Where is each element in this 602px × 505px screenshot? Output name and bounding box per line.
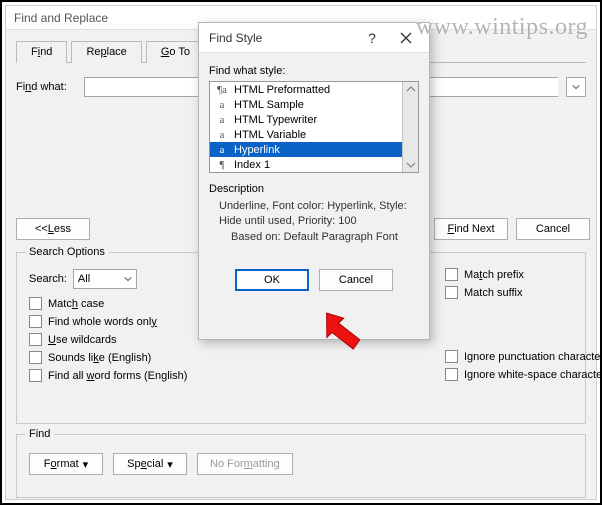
find-what-label: Find what:	[16, 81, 76, 93]
search-options-label: Search Options	[25, 246, 109, 258]
description-label: Description	[209, 183, 419, 195]
search-direction-label: Search:	[29, 273, 67, 285]
close-button[interactable]	[389, 25, 423, 51]
style-item-label: HTML Variable	[234, 129, 306, 141]
style-item[interactable]: a HTML Variable	[210, 127, 402, 142]
find-format-group: Find Format ▾ Special ▾ No Formatting	[16, 434, 586, 498]
close-icon	[400, 32, 412, 44]
tab-replace-post: lace	[107, 46, 127, 58]
ok-button[interactable]: OK	[235, 269, 309, 291]
special-button[interactable]: Special ▾	[113, 453, 187, 475]
style-glyph-icon: a	[216, 114, 228, 126]
style-item[interactable]: a HTML Sample	[210, 97, 402, 112]
style-glyph-icon: a	[216, 144, 228, 156]
scroll-down-icon	[404, 160, 418, 170]
style-item[interactable]: ¶ Index 1	[210, 157, 402, 172]
caret-down-icon: ▾	[167, 458, 173, 471]
tab-find-text-post: nd	[40, 46, 52, 58]
style-item-label: Hyperlink	[234, 144, 280, 156]
tab-find[interactable]: Find	[16, 41, 67, 63]
style-listbox[interactable]: ¶aHTML PreformattedaHTML SampleaHTML Typ…	[209, 81, 419, 173]
dialog-title: Find Style	[209, 31, 262, 45]
checkbox-icon	[29, 369, 42, 382]
checkbox-icon	[445, 368, 458, 381]
find-format-label: Find	[25, 428, 54, 440]
style-glyph-icon: a	[216, 129, 228, 141]
caret-down-icon: ▾	[83, 458, 89, 471]
checkbox-icon	[445, 268, 458, 281]
search-direction-select[interactable]: All	[73, 269, 137, 289]
style-item[interactable]: a HTML Typewriter	[210, 112, 402, 127]
help-button[interactable]: ?	[355, 25, 389, 51]
style-item-label: Index 1	[234, 159, 270, 171]
style-glyph-icon: ¶	[216, 159, 228, 171]
checkbox-icon	[29, 351, 42, 364]
find-style-dialog: Find Style ? Find what style: ¶aHTML Pre…	[198, 22, 430, 340]
checkbox-icon	[445, 350, 458, 363]
checkbox-suffix[interactable]: Match suffix	[445, 286, 602, 299]
find-what-dropdown[interactable]	[566, 77, 586, 97]
checkbox-ignore-ws[interactable]: Ignore white-space characters	[445, 368, 602, 381]
style-item-label: HTML Preformatted	[234, 84, 330, 96]
no-formatting-button: No Formatting	[197, 453, 293, 475]
tab-goto[interactable]: Go To	[146, 41, 205, 63]
tab-replace[interactable]: Replace	[71, 41, 141, 63]
style-glyph-icon: a	[216, 99, 228, 111]
style-item[interactable]: ¶a HTML Preformatted	[210, 82, 402, 97]
style-item[interactable]: a Hyperlink	[210, 142, 402, 157]
chevron-down-icon	[124, 275, 132, 283]
scrollbar[interactable]	[402, 82, 418, 172]
chevron-down-icon	[572, 83, 580, 91]
dialog-titlebar[interactable]: Find Style ?	[199, 23, 429, 53]
search-direction-value: All	[78, 273, 90, 285]
tab-replace-pre: Re	[86, 46, 100, 58]
checkbox-icon	[29, 297, 42, 310]
checkbox-ignore-punct[interactable]: Ignore punctuation characters	[445, 350, 602, 363]
tab-find-text-pre: F	[31, 46, 38, 58]
cancel-button[interactable]: Cancel	[516, 218, 590, 240]
format-button[interactable]: Format ▾	[29, 453, 103, 475]
description-text: Underline, Font color: Hyperlink, Style:…	[209, 199, 419, 245]
checkbox-icon	[445, 286, 458, 299]
checkbox-icon	[29, 315, 42, 328]
checkbox-icon	[29, 333, 42, 346]
style-glyph-icon: ¶a	[216, 84, 228, 96]
less-button[interactable]: << Less	[16, 218, 90, 240]
find-next-button[interactable]: Find Next	[434, 218, 508, 240]
tab-goto-post: o To	[169, 46, 190, 58]
style-item-label: HTML Typewriter	[234, 114, 317, 126]
scroll-up-icon	[404, 84, 418, 94]
modal-cancel-button[interactable]: Cancel	[319, 269, 393, 291]
style-item-label: HTML Sample	[234, 99, 304, 111]
checkbox-prefix[interactable]: Match prefix	[445, 268, 602, 281]
style-list-label: Find what style:	[209, 65, 419, 77]
